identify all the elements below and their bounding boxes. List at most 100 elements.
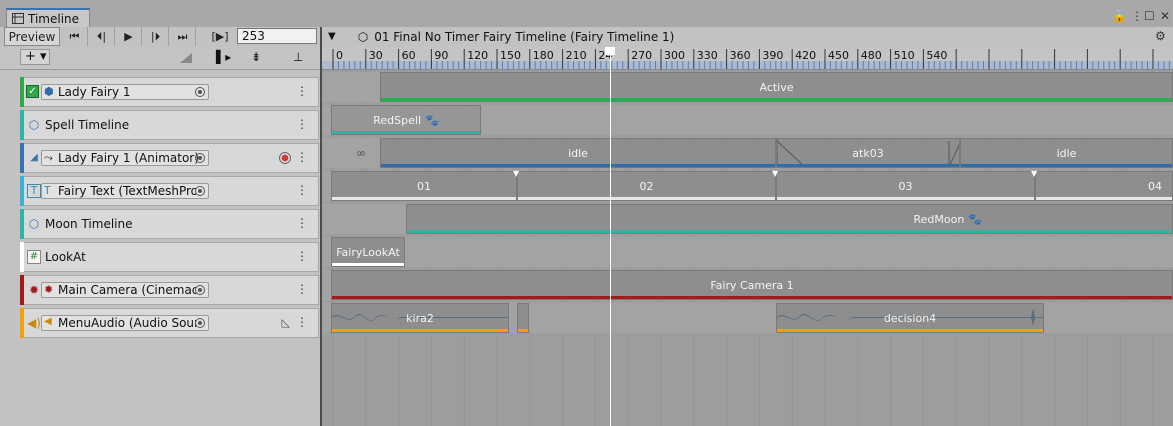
timeline-window-tab[interactable]: Timeline <box>6 8 90 27</box>
clip-label: Active <box>759 80 794 94</box>
playhead-line[interactable] <box>609 47 611 426</box>
track-moon-timeline[interactable]: ⬡ Moon Timeline ⋮ <box>20 209 319 239</box>
preview-button[interactable]: Preview <box>4 27 60 46</box>
ruler-tick-label: 60 <box>401 49 416 62</box>
object-picker-icon[interactable] <box>195 153 205 163</box>
next-frame-icon[interactable]: |⏵ <box>143 27 169 46</box>
clip-color-bar <box>407 230 1172 233</box>
clip-audio-fragment[interactable] <box>517 303 529 333</box>
clip-color-bar <box>332 131 480 134</box>
pin-icon[interactable]: ⊥ <box>293 50 303 64</box>
clip-color-bar <box>961 164 1172 167</box>
track-menu-icon[interactable]: ⋮ <box>296 183 308 197</box>
settings-gear-icon[interactable]: ⚙ <box>1155 29 1166 43</box>
play-icon[interactable]: ▶ <box>116 27 142 46</box>
clip-decision4[interactable]: decision4 <box>776 303 1044 333</box>
track-binding-field[interactable]: ⬢ Lady Fairy 1 <box>41 84 209 100</box>
track-color-stripe <box>20 209 24 239</box>
object-picker-icon[interactable] <box>195 318 205 328</box>
track-menu-icon[interactable]: ⋮ <box>296 282 308 296</box>
clip-redmoon[interactable]: RedMoon 🐾 <box>406 204 1173 234</box>
track-menu-icon[interactable]: ⋮ <box>296 117 308 131</box>
clip-text-01[interactable]: 01 <box>331 171 517 201</box>
ripple-edit-icon[interactable]: ▌▸ <box>216 50 231 64</box>
clip-idle-2[interactable]: idle <box>960 138 1173 168</box>
track-name: LookAt <box>45 250 86 264</box>
track-menu-icon[interactable]: ⋮ <box>296 150 308 164</box>
lock-icon[interactable]: 🔒 <box>1112 9 1127 23</box>
object-picker-icon[interactable] <box>195 186 205 196</box>
track-menu-icon[interactable]: ⋮ <box>296 216 308 230</box>
speaker-icon: ◀ <box>44 316 52 327</box>
track-binding-field[interactable]: ✹ Main Camera (Cinemac <box>41 282 209 298</box>
ruler-tick-label: 510 <box>893 49 915 62</box>
timeline-toolbar: Preview ⏮ ⏴| ▶ |⏵ ⏭ [▶] 253 ▼ ⬡ 01 Final… <box>0 27 1173 48</box>
track-main-camera[interactable]: ✹ ✹ Main Camera (Cinemac ⋮ <box>20 275 319 305</box>
time-ruler[interactable]: 0 30 60 90 120 150 180 210 24 270 300 330 360 390 420 4… <box>322 47 1173 70</box>
clip-label: idle <box>568 146 588 160</box>
ruler-tick-label: 210 <box>565 49 587 62</box>
clip-label: 02 <box>639 179 654 193</box>
ruler-tick-label: 0 <box>336 49 343 62</box>
clip-label: idle <box>1056 146 1077 160</box>
track-binding-field[interactable]: ⤳ Lady Fairy 1 (Animator) <box>41 150 209 166</box>
go-to-start-icon[interactable]: ⏮ <box>62 27 88 46</box>
track-color-stripe <box>20 110 24 140</box>
track-toolbar: + ▾ ▌▸ ⇟ ⊥ <box>0 47 321 70</box>
marker-icon: ▼ <box>513 169 520 178</box>
clip-redspell[interactable]: RedSpell 🐾 <box>331 105 481 135</box>
ruler-tick-label: 180 <box>532 49 554 62</box>
track-binding-field[interactable]: ◀ MenuAudio (Audio Sour <box>41 315 209 331</box>
previous-frame-icon[interactable]: ⏴| <box>89 27 115 46</box>
track-fairy-text[interactable]: T T Fairy Text (TextMeshPro ⋮ <box>20 176 319 206</box>
track-name: Fairy Text (TextMeshPro <box>58 184 196 198</box>
playhead-handle[interactable] <box>604 47 615 55</box>
clip-text-02[interactable]: 02 <box>517 171 776 201</box>
go-to-end-icon[interactable]: ⏭ <box>170 27 196 46</box>
breadcrumb-label[interactable]: 01 Final No Timer Fairy Timeline (Fairy … <box>374 30 674 44</box>
track-enabled-checkbox[interactable]: ✓ <box>26 85 39 98</box>
track-spell-timeline[interactable]: ⬡ Spell Timeline ⋮ <box>20 110 319 140</box>
record-button-icon[interactable] <box>279 152 291 164</box>
track-lookat[interactable]: # LookAt ⋮ <box>20 242 319 272</box>
clip-idle-1[interactable]: idle <box>380 138 776 168</box>
chevron-down-icon[interactable]: ▼ <box>328 31 336 42</box>
track-color-stripe <box>20 308 24 338</box>
track-lady-fairy-animator[interactable]: ◢ ⤳ Lady Fairy 1 (Animator) ⋮ <box>20 143 319 173</box>
maximize-icon[interactable]: ☐ <box>1144 9 1155 23</box>
track-menu-icon[interactable]: ⋮ <box>296 84 308 98</box>
track-binding-field[interactable]: T Fairy Text (TextMeshPro <box>41 183 209 199</box>
object-picker-icon[interactable] <box>195 285 205 295</box>
track-menu-icon[interactable]: ⋮ <box>296 249 308 263</box>
clip-active[interactable]: Active <box>380 72 1173 102</box>
object-picker-icon[interactable] <box>195 87 205 97</box>
clip-fairy-camera-1[interactable]: Fairy Camera 1 <box>331 270 1173 300</box>
ruler-tick-label: 420 <box>795 49 817 62</box>
add-track-button[interactable]: + ▾ <box>20 49 50 65</box>
curves-toggle-icon[interactable]: ◺ <box>282 316 290 329</box>
clip-area[interactable]: Active RedSpell 🐾 ∞ idle atk03 idle 01 0… <box>322 69 1173 426</box>
window-tab-bar: Timeline 🔒 ⋮ ☐ ✕ <box>0 0 1173 28</box>
current-frame-field[interactable]: 253 <box>237 28 317 44</box>
clip-kira2[interactable]: kira2 <box>331 303 509 333</box>
close-window-icon[interactable]: ✕ <box>1160 9 1170 23</box>
camera-icon: ✹ <box>28 283 40 297</box>
clip-atk03[interactable]: atk03 <box>776 138 960 168</box>
clip-text-04[interactable]: 04 <box>1035 171 1173 201</box>
frame-mode-button[interactable]: [▶] <box>206 27 234 46</box>
track-name: Spell Timeline <box>45 118 130 132</box>
track-header-pane: + ▾ ▌▸ ⇟ ⊥ ✓ ⬢ Lady Fairy 1 ⋮ ⬡ Spell Ti… <box>0 47 321 426</box>
timeline-asset-icon: ⬡ <box>357 29 369 44</box>
track-menu-icon[interactable]: ⋮ <box>296 315 308 329</box>
clip-text-03[interactable]: 03 <box>776 171 1035 201</box>
lane-text: 01 02 03 04 ▼ ▼ ▼ <box>322 169 1173 201</box>
more-menu-icon[interactable]: ⋮ <box>1131 9 1143 23</box>
snap-mode-icon[interactable]: ⇟ <box>251 50 261 64</box>
clip-label: 01 <box>417 179 431 193</box>
track-menu-audio[interactable]: ◀) ◀ MenuAudio (Audio Sour ◺ ⋮ <box>20 308 319 338</box>
lane-lookat: FairyLookAt <box>322 237 1173 267</box>
track-lady-fairy-activation[interactable]: ✓ ⬢ Lady Fairy 1 ⋮ <box>20 77 319 107</box>
filter-triangle-icon[interactable] <box>170 51 210 65</box>
ruler-tick-label: 90 <box>434 49 449 62</box>
clip-fairylookat[interactable]: FairyLookAt <box>331 237 405 267</box>
